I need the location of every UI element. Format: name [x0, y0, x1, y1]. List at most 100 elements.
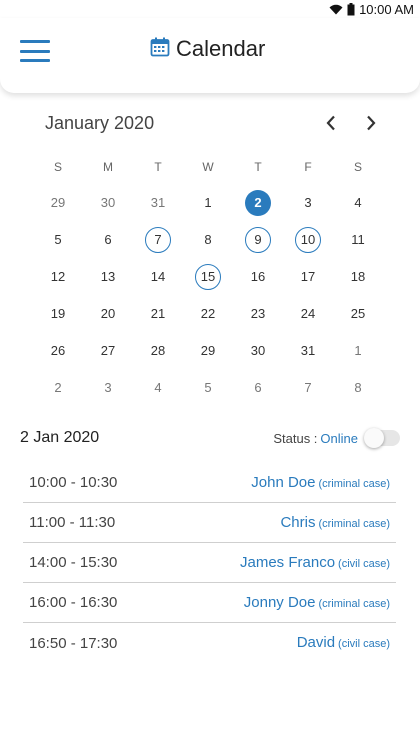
calendar-day[interactable]: 18 — [333, 258, 383, 295]
day-number: 4 — [154, 380, 162, 395]
day-number: 1 — [204, 195, 212, 210]
appointment-row[interactable]: 11:00 - 11:30 Chris (criminal case) — [23, 503, 396, 543]
day-number: 12 — [50, 269, 66, 284]
day-number: 6 — [104, 232, 112, 247]
calendar-day[interactable]: 10 — [283, 221, 333, 258]
appointment-time: 10:00 - 10:30 — [29, 474, 118, 491]
schedule-header: 2 Jan 2020 Status : Online — [20, 427, 400, 449]
appointment-client: David (civil case) — [297, 634, 390, 652]
client-name: David — [296, 634, 336, 651]
case-type: (civil case) — [338, 638, 390, 650]
day-number: 8 — [204, 232, 212, 247]
status-value: Online — [320, 430, 358, 446]
calendar-day[interactable]: 3 — [83, 369, 133, 406]
day-number: 11 — [351, 232, 365, 247]
calendar-day[interactable]: 8 — [333, 369, 383, 406]
calendar-day[interactable]: 30 — [233, 332, 283, 369]
calendar-day[interactable]: 12 — [33, 258, 83, 295]
calendar-day[interactable]: 30 — [83, 184, 133, 221]
toggle-knob — [364, 428, 384, 448]
day-number: 8 — [354, 380, 362, 395]
calendar-day[interactable]: 4 — [333, 184, 383, 221]
calendar-day[interactable]: 9 — [233, 221, 283, 258]
calendar-day[interactable]: 14 — [133, 258, 183, 295]
day-number: 14 — [150, 269, 166, 284]
day-number: 29 — [200, 343, 216, 358]
calendar-day[interactable]: 31 — [133, 184, 183, 221]
appointment-client: Chris (criminal case) — [280, 514, 390, 532]
day-number: 15 — [195, 263, 221, 290]
calendar-day-selected[interactable]: 2 — [233, 184, 283, 221]
app-header: Calendar — [0, 18, 420, 93]
calendar-day[interactable]: 23 — [233, 295, 283, 332]
calendar-day[interactable]: 5 — [33, 221, 83, 258]
selected-date-label: 2 Jan 2020 — [20, 429, 100, 446]
calendar-day[interactable]: 11 — [333, 221, 383, 258]
day-number: 20 — [100, 306, 116, 321]
calendar-day[interactable]: 31 — [283, 332, 333, 369]
day-number: 7 — [145, 226, 171, 253]
calendar-day[interactable]: 7 — [283, 369, 333, 406]
calendar-day[interactable]: 13 — [83, 258, 133, 295]
page-title: Calendar — [150, 36, 265, 62]
day-number: 5 — [54, 232, 62, 247]
day-number: 3 — [304, 195, 312, 210]
calendar-day[interactable]: 15 — [183, 258, 233, 295]
appointment-row[interactable]: 14:00 - 15:30 James Franco (civil case) — [23, 543, 396, 583]
day-number: 18 — [350, 269, 366, 284]
calendar-day[interactable]: 6 — [233, 369, 283, 406]
month-navigation — [322, 112, 380, 134]
day-number: 29 — [50, 195, 66, 210]
calendar-day[interactable]: 6 — [83, 221, 133, 258]
calendar-day[interactable]: 17 — [283, 258, 333, 295]
day-number: 19 — [50, 306, 66, 321]
weekday-label: W — [202, 160, 214, 174]
day-number: 2 — [245, 189, 271, 216]
status-toggle[interactable] — [364, 428, 400, 448]
calendar-day[interactable]: 1 — [333, 332, 383, 369]
calendar-day[interactable]: 29 — [183, 332, 233, 369]
calendar-icon — [150, 37, 170, 62]
calendar-day[interactable]: 2 — [33, 369, 83, 406]
calendar-day[interactable]: 7 — [133, 221, 183, 258]
client-name: John Doe — [251, 473, 316, 491]
case-type: (civil case) — [338, 557, 390, 570]
case-type: (criminal case) — [318, 597, 390, 610]
calendar-day[interactable]: 8 — [183, 221, 233, 258]
calendar-day[interactable]: 25 — [333, 295, 383, 332]
calendar-day[interactable]: 4 — [133, 369, 183, 406]
appointment-time: 16:50 - 17:30 — [29, 634, 118, 652]
calendar-day[interactable]: 5 — [183, 369, 233, 406]
status-label: Status : — [273, 430, 318, 446]
calendar-day[interactable]: 16 — [233, 258, 283, 295]
calendar-day[interactable]: 22 — [183, 295, 233, 332]
day-number: 3 — [104, 380, 112, 395]
calendar-day[interactable]: 28 — [133, 332, 183, 369]
day-number: 13 — [100, 269, 116, 284]
calendar-day[interactable]: 29 — [33, 184, 83, 221]
day-number: 21 — [150, 306, 166, 321]
appointment-row[interactable]: 10:00 - 10:30 John Doe (criminal case) — [23, 463, 396, 503]
calendar-day[interactable]: 26 — [33, 332, 83, 369]
month-label: January 2020 — [45, 112, 155, 133]
calendar-day[interactable]: 20 — [83, 295, 133, 332]
appointment-row[interactable]: 16:50 - 17:30 David (civil case) — [23, 623, 396, 663]
case-type: (criminal case) — [318, 477, 390, 490]
calendar-day[interactable]: 24 — [283, 295, 333, 332]
weekday-label: T — [154, 160, 162, 174]
day-number: 9 — [245, 226, 271, 253]
weekday-label: S — [53, 160, 62, 174]
calendar-day[interactable]: 27 — [83, 332, 133, 369]
client-name: Jonny Doe — [243, 593, 316, 611]
day-number: 30 — [100, 195, 116, 210]
chevron-left-icon[interactable] — [322, 112, 340, 134]
calendar-day[interactable]: 1 — [183, 184, 233, 221]
appointment-row[interactable]: 16:00 - 16:30 Jonny Doe (criminal case) — [23, 583, 396, 623]
chevron-right-icon[interactable] — [362, 112, 380, 134]
day-number: 27 — [100, 343, 116, 358]
calendar-day[interactable]: 21 — [133, 295, 183, 332]
calendar-day[interactable]: 19 — [33, 295, 83, 332]
day-number: 10 — [295, 226, 321, 253]
calendar-day[interactable]: 3 — [283, 184, 333, 221]
hamburger-menu-icon[interactable] — [20, 40, 50, 62]
